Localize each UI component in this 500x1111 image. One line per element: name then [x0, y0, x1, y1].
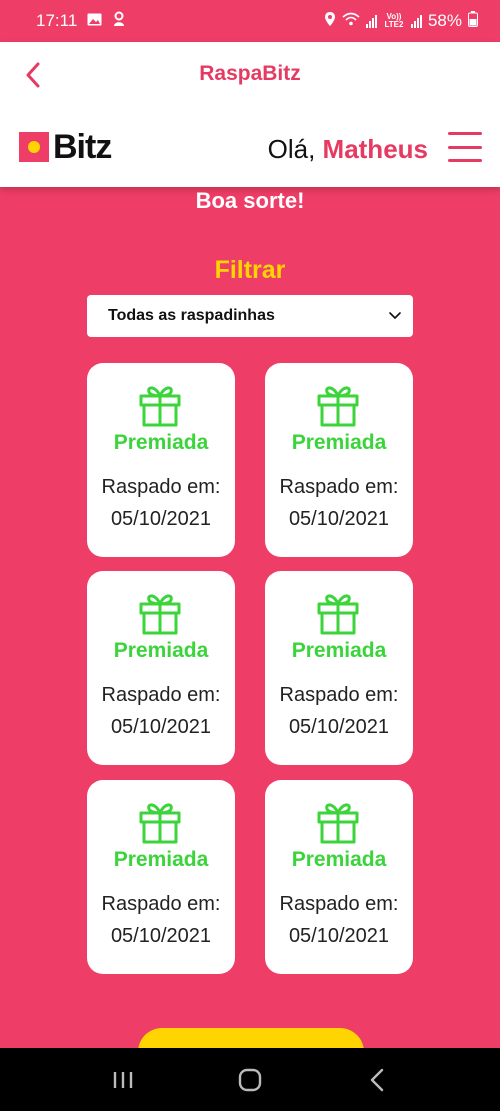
wifi-icon: [342, 11, 360, 31]
luck-message: Boa sorte!: [195, 188, 305, 213]
card-status: Premiada: [113, 639, 209, 662]
status-time: 17:11: [36, 11, 78, 30]
scratch-card[interactable]: Premiada Raspado em: 05/10/2021: [87, 363, 235, 557]
gift-icon: [317, 803, 359, 844]
menu-line: [448, 132, 482, 135]
user-greeting: Olá, Matheus: [268, 134, 428, 165]
card-date: 05/10/2021: [110, 716, 212, 738]
card-label: Raspado em:: [279, 684, 399, 706]
battery-icon: [468, 10, 478, 32]
scratch-card[interactable]: Premiada Raspado em: 05/10/2021: [265, 780, 413, 974]
menu-line: [448, 145, 482, 149]
card-date: 05/10/2021: [110, 925, 212, 947]
status-bar: 17:11 Vo)) LTE2 58%: [0, 0, 500, 42]
card-date: 05/10/2021: [110, 508, 212, 530]
scratch-card[interactable]: Premiada Raspado em: 05/10/2021: [87, 571, 235, 765]
filter-select-value: Todas as raspadinhas: [108, 307, 275, 324]
card-label: Raspado em:: [279, 476, 399, 498]
filter-select[interactable]: Todas as raspadinhas: [87, 295, 413, 337]
gallery-icon: [87, 11, 102, 31]
card-date: 05/10/2021: [288, 925, 390, 947]
greeting-text: Olá,: [267, 134, 316, 164]
notification-icon: [112, 11, 126, 32]
gift-icon: [317, 386, 359, 427]
gift-icon: [317, 594, 359, 635]
card-status: Premiada: [291, 431, 387, 454]
location-icon: [324, 11, 336, 32]
chevron-down-icon: [389, 312, 401, 319]
scratch-card[interactable]: Premiada Raspado em: 05/10/2021: [265, 363, 413, 557]
card-label: Raspado em:: [101, 893, 221, 915]
bitz-logo: Bitz: [19, 128, 112, 166]
system-nav-bar: [0, 1048, 500, 1111]
logo-mark: [19, 132, 49, 162]
menu-line: [448, 159, 482, 162]
home-icon: [238, 1068, 262, 1091]
user-name: Matheus: [322, 134, 428, 164]
card-date: 05/10/2021: [288, 716, 390, 738]
logo-text: Bitz: [53, 128, 112, 166]
card-status: Premiada: [113, 431, 209, 454]
system-back-button[interactable]: [347, 1060, 407, 1100]
card-status: Premiada: [291, 639, 387, 662]
recent-apps-button[interactable]: [93, 1060, 153, 1100]
card-label: Raspado em:: [101, 476, 221, 498]
card-status: Premiada: [291, 848, 387, 871]
hamburger-menu-button[interactable]: [448, 132, 482, 162]
app-header: RaspaBitz Bitz Olá, Matheus: [0, 42, 500, 187]
card-status: Premiada: [113, 848, 209, 871]
card-label: Raspado em:: [279, 893, 399, 915]
signal-icon-2: [410, 14, 422, 28]
page-title: RaspaBitz: [199, 62, 301, 85]
back-arrow-icon: [370, 1068, 383, 1091]
scratch-card[interactable]: Premiada Raspado em: 05/10/2021: [265, 571, 413, 765]
gift-icon: [139, 594, 181, 635]
card-label: Raspado em:: [101, 684, 221, 706]
signal-icon: [365, 14, 377, 28]
scratch-card[interactable]: Premiada Raspado em: 05/10/2021: [87, 780, 235, 974]
gift-icon: [139, 803, 181, 844]
card-date: 05/10/2021: [288, 508, 390, 530]
gift-icon: [139, 386, 181, 427]
volte-indicator: Vo)) LTE2: [384, 12, 404, 29]
filter-title: Filtrar: [214, 256, 286, 284]
recent-apps-icon: [114, 1071, 133, 1088]
home-button[interactable]: [220, 1060, 280, 1100]
battery-percent: 58%: [427, 11, 462, 30]
